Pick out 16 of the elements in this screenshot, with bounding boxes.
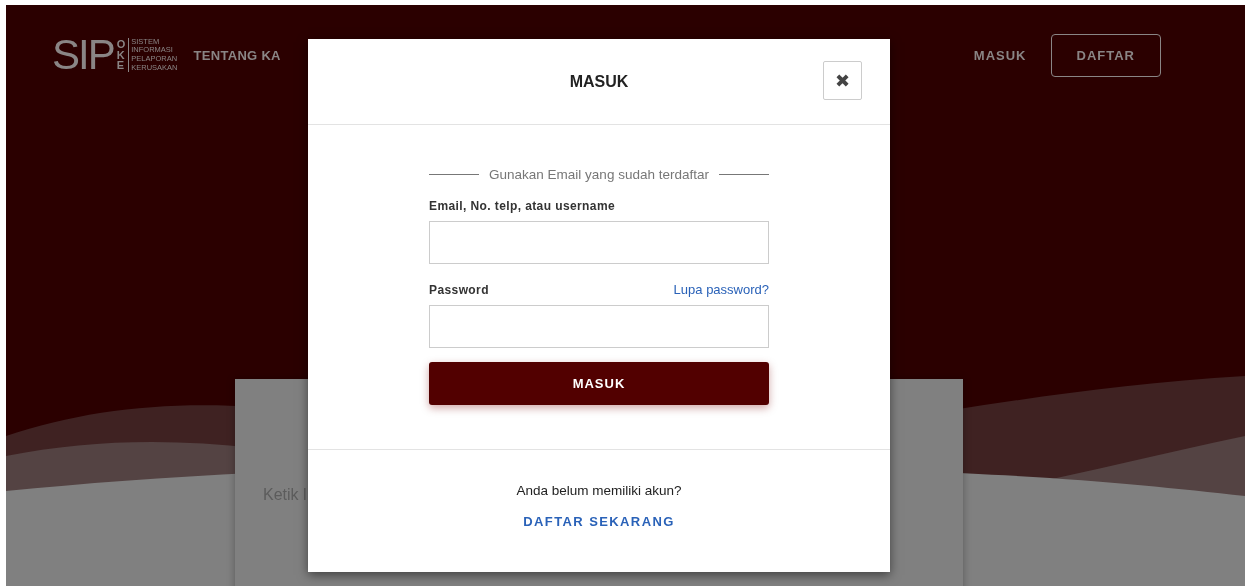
forgot-password-link[interactable]: Lupa password? [673, 282, 769, 297]
nav-link[interactable]: TENTANG KA [193, 47, 281, 63]
divider-text: Gunakan Email yang sudah terdaftar [489, 167, 709, 182]
close-button[interactable]: ✖ [823, 61, 862, 100]
login-button[interactable]: MASUK [429, 362, 769, 405]
login-link[interactable]: MASUK [973, 47, 1027, 63]
register-button[interactable]: DAFTAR [1050, 33, 1161, 77]
logo-mark: SIP [52, 34, 114, 76]
input-field[interactable] [429, 305, 769, 348]
dialog-title: MASUK [569, 72, 629, 91]
input-field[interactable] [429, 221, 769, 264]
field-label: Email, No. telp, atau username [429, 199, 616, 213]
signup-prompt: Anda belum memiliki akun? [516, 483, 682, 498]
field-label: Password [429, 283, 489, 297]
signup-link[interactable]: DAFTAR SEKARANG [523, 514, 675, 529]
logo-stack: OKE [116, 39, 126, 71]
